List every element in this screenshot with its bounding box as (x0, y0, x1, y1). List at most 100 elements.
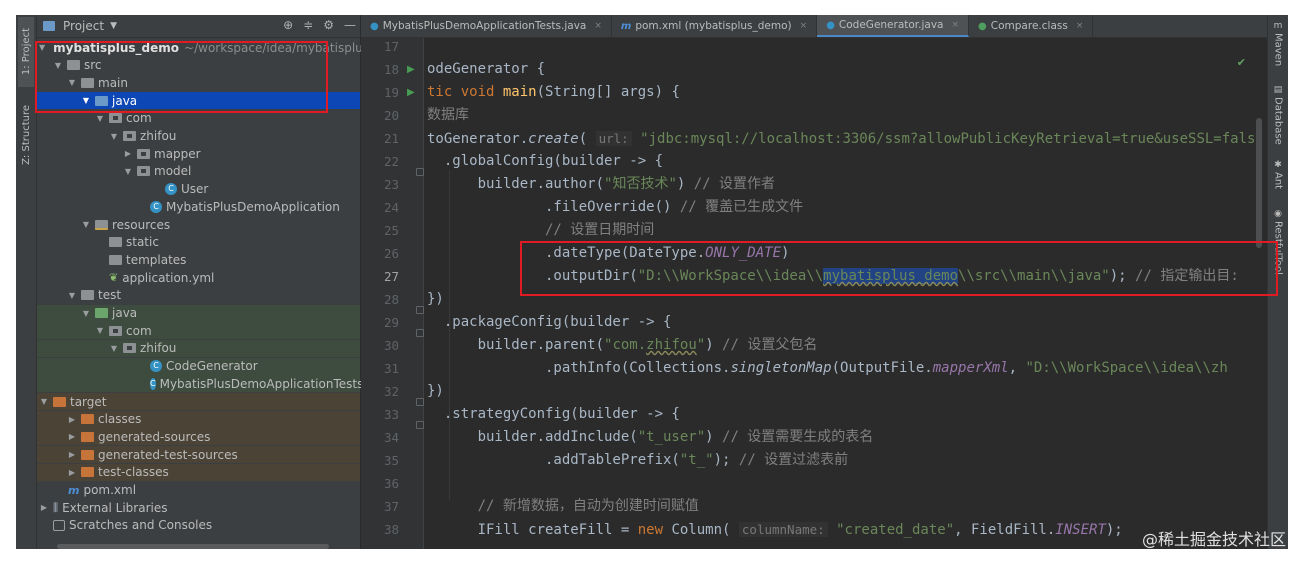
line-number: 22 (383, 154, 399, 169)
tree-item-label: main (98, 75, 128, 90)
package-icon (109, 325, 122, 336)
close-icon[interactable]: × (1076, 21, 1084, 31)
tree-item-resources[interactable]: ▼ resources (37, 216, 360, 233)
fold-icon[interactable] (416, 168, 424, 176)
tree-item-app-class[interactable]: C MybatisPlusDemoApplication (37, 198, 360, 215)
tree-item-generated-test-sources[interactable]: ▶ generated-test-sources (37, 446, 360, 464)
tree-item-model[interactable]: ▼ model (37, 163, 360, 180)
tree-item-label: classes (98, 412, 142, 427)
run-icon[interactable]: ▶ (407, 64, 415, 75)
fold-icon[interactable] (416, 329, 424, 337)
chevron-right-icon[interactable]: ▶ (67, 432, 77, 441)
tree-item-mapper[interactable]: ▶ mapper (37, 145, 360, 162)
code-line-30: builder.parent("com.zhifou") // 设置父包名 (427, 337, 818, 353)
tree-item-static[interactable]: static (37, 234, 360, 251)
tab-code-generator[interactable]: ● CodeGenerator.java × (817, 15, 970, 37)
tree-item-main[interactable]: ▼ main (37, 74, 360, 91)
tree-item-target[interactable]: ▼ target (37, 393, 360, 410)
close-icon[interactable]: × (594, 21, 602, 31)
code-line-32: }) (427, 383, 444, 399)
vertical-scrollbar[interactable] (1256, 118, 1262, 248)
run-icon[interactable]: ▶ (407, 87, 415, 98)
tree-item-mybatisplus-demo[interactable]: ▼ mybatisplus_demo ~/workspace/idea/myba… (37, 39, 383, 56)
maven-file-icon: m (68, 483, 80, 497)
tab-compare[interactable]: ● Compare.class × (969, 15, 1094, 37)
collapse-icon[interactable]: ≑ (303, 18, 313, 32)
tree-item-generated-sources[interactable]: ▶ generated-sources (37, 428, 360, 446)
chevron-down-icon[interactable]: ▼ (81, 309, 91, 318)
chevron-down-icon[interactable]: ▼ (81, 96, 91, 105)
tree-item-com[interactable]: ▼ com (37, 110, 360, 127)
tree-item-test-com[interactable]: ▼ com (37, 322, 360, 340)
tree-item-java[interactable]: ▼ java (37, 92, 360, 110)
code-editor[interactable]: 17 18 19 20 21 22 23 24 25 26 27 28 29 3… (361, 38, 1268, 549)
locate-icon[interactable]: ⊕ (283, 18, 293, 32)
database-tool-tab[interactable]: ▤ Database (1270, 85, 1286, 145)
gear-icon[interactable]: ⚙ (323, 18, 334, 32)
tree-item-code-generator[interactable]: C CodeGenerator (37, 357, 360, 375)
tree-item-pom[interactable]: m pom.xml (37, 482, 360, 499)
right-tool-strip: m Maven ▤ Database ✱ Ant ◉ RestfulTool (1267, 15, 1288, 549)
tree-item-zhifou[interactable]: ▼ zhifou (37, 128, 360, 145)
chevron-down-icon[interactable]: ▼ (109, 344, 119, 353)
class-icon: C (150, 360, 162, 373)
line-number: 19 (383, 85, 399, 100)
tree-item-test-zhifou[interactable]: ▼ zhifou (37, 339, 360, 357)
chevron-down-icon[interactable]: ▼ (81, 220, 91, 229)
chevron-down-icon[interactable]: ▼ (39, 43, 45, 52)
chevron-down-icon[interactable]: ▼ (123, 167, 133, 176)
tree-item-label: generated-test-sources (98, 447, 238, 462)
tree-item-user[interactable]: C User (37, 181, 360, 198)
chevron-down-icon[interactable]: ▼ (109, 132, 119, 141)
ant-tool-tab[interactable]: ✱ Ant (1270, 160, 1286, 189)
tree-item-test-classes[interactable]: ▶ test-classes (37, 463, 360, 481)
chevron-right-icon[interactable]: ▶ (67, 468, 77, 477)
library-icon: ⫼ (53, 500, 59, 514)
tab-app-tests[interactable]: ● MybatisPlusDemoApplicationTests.java × (361, 15, 612, 37)
line-number: 26 (383, 246, 399, 261)
tree-item-templates[interactable]: templates (37, 251, 360, 268)
line-number: 17 (383, 39, 399, 54)
fold-icon[interactable] (416, 398, 424, 406)
source-folder-icon (95, 95, 108, 106)
chevron-right-icon[interactable]: ▶ (67, 450, 77, 459)
maven-tool-tab[interactable]: m Maven (1270, 21, 1286, 66)
chevron-down-icon[interactable]: ▼ (95, 326, 105, 335)
fold-icon[interactable] (416, 306, 424, 314)
maven-file-icon: m (620, 20, 632, 32)
chevron-down-icon[interactable]: ▼ (39, 397, 49, 406)
resources-folder-icon (95, 219, 108, 230)
chevron-right-icon[interactable]: ▶ (123, 149, 133, 158)
minimize-icon[interactable]: — (344, 18, 356, 32)
chevron-right-icon[interactable]: ▶ (67, 415, 77, 424)
tree-item-classes[interactable]: ▶ classes (37, 410, 360, 428)
chevron-down-icon[interactable]: ▼ (95, 114, 105, 123)
restful-tool-tab[interactable]: ◉ RestfulTool (1270, 209, 1286, 275)
tree-item-external-libraries[interactable]: ▶ ⫼ External Libraries (37, 499, 360, 516)
project-tool-tab[interactable]: 1: Project (18, 17, 34, 87)
chevron-down-icon[interactable]: ▼ (67, 78, 77, 87)
tree-item-app-tests[interactable]: C MybatisPlusDemoApplicationTests (37, 375, 363, 393)
tree-item-label: Scratches and Consoles (69, 518, 213, 533)
chevron-down-icon[interactable]: ▼ (67, 291, 77, 300)
watermark: @稀土掘金技术社区 (1141, 530, 1286, 549)
structure-tool-tab[interactable]: Z: Structure (18, 95, 34, 175)
fold-icon[interactable] (416, 421, 424, 429)
project-panel-title[interactable]: Project (63, 19, 104, 33)
chevron-down-icon[interactable]: ▼ (53, 61, 63, 70)
chevron-right-icon[interactable]: ▶ (39, 503, 49, 512)
folder-icon (109, 254, 122, 265)
tree-item-src[interactable]: ▼ src (37, 57, 360, 74)
tree-item-application-yml[interactable]: ❦ application.yml (37, 269, 360, 286)
tab-pom[interactable]: m pom.xml (mybatisplus_demo) × (612, 15, 818, 37)
close-icon[interactable]: × (952, 20, 960, 30)
tree-item-scratches[interactable]: Scratches and Consoles (37, 517, 360, 534)
horizontal-scrollbar[interactable] (57, 544, 329, 549)
tree-item-test[interactable]: ▼ test (37, 287, 360, 304)
tree-item-test-java[interactable]: ▼ java (37, 304, 360, 322)
inspection-ok-icon[interactable]: ✔ (1237, 56, 1246, 69)
chevron-down-icon[interactable]: ▼ (110, 21, 117, 31)
package-icon (123, 343, 136, 354)
tree-item-label: java (112, 93, 138, 108)
close-icon[interactable]: × (800, 21, 808, 31)
